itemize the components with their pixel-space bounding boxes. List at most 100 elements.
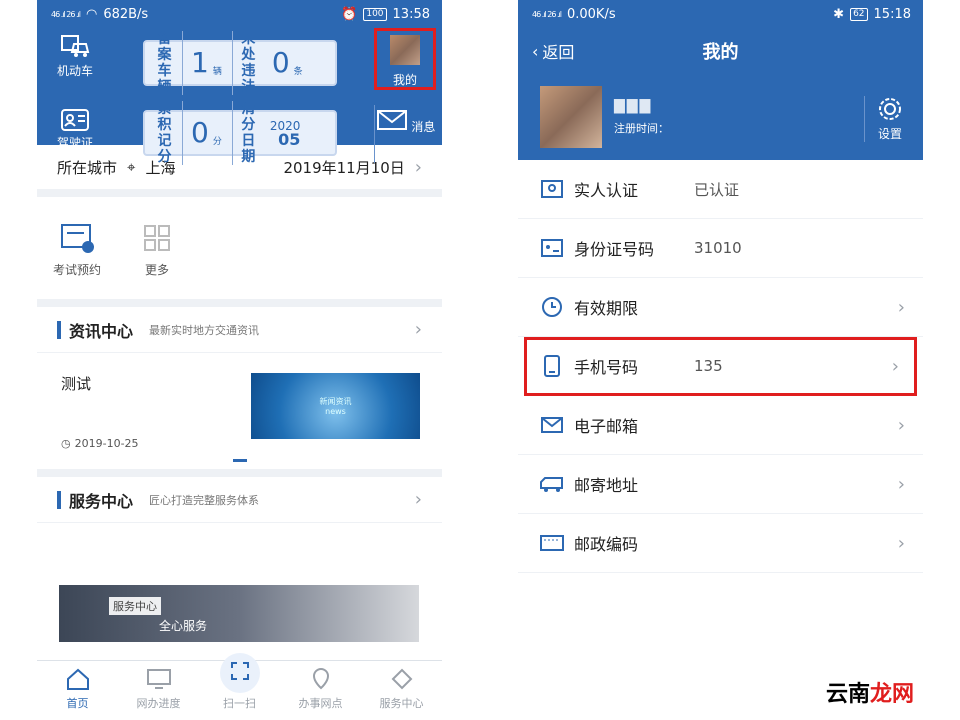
row-label: 实人认证 <box>574 181 639 200</box>
row-label: 有效期限 <box>574 299 639 318</box>
me-label: 我的 <box>392 73 417 87</box>
profile-avatar <box>540 86 602 148</box>
shortcut-more-label: 更多 <box>144 263 169 277</box>
row-id-number[interactable]: 身份证号码 31010 <box>518 219 923 278</box>
clear-month: 05 <box>278 130 301 149</box>
back-label: 返回 <box>542 43 575 62</box>
location-icon: ⌖ <box>127 158 136 176</box>
service-section-header[interactable]: 服务中心 匠心打造完整服务体系 › <box>37 477 442 523</box>
score-unit: 分 <box>212 136 222 147</box>
profile: ▇▇▇ 注册时间： <box>540 86 669 148</box>
car-icon <box>61 35 90 57</box>
news-item[interactable]: 测试 ◷ 2019-10-25 新闻资讯 news <box>37 353 442 477</box>
service-section-subtitle: 匠心打造完整服务体系 <box>149 493 260 507</box>
row-value: 31010 <box>694 239 742 257</box>
license-button[interactable]: 驾驶证 <box>47 108 103 151</box>
register-time-label: 注册时间： <box>614 122 669 135</box>
news-section-header[interactable]: 资讯中心 最新实时地方交通资讯 › <box>37 307 442 353</box>
exam-appointment-icon <box>61 224 94 253</box>
carousel-indicator <box>233 459 247 462</box>
chevron-right-icon: › <box>897 296 905 318</box>
news-section-subtitle: 最新实时地方交通资讯 <box>149 323 260 337</box>
news-image-text: 新闻资讯 news <box>319 397 352 416</box>
service-banner-text: 全心服务 <box>159 619 208 633</box>
message-button[interactable]: 消息 <box>374 105 436 163</box>
id-card-icon <box>540 239 564 257</box>
right-header: 46 .ıl 26 .ıl 0.00K/s ✱ 62 15:18 ‹ 返回 我的… <box>518 0 923 160</box>
right-phone-screen: 46 .ıl 26 .ıl 0.00K/s ✱ 62 15:18 ‹ 返回 我的… <box>518 0 923 720</box>
more-grid-icon <box>144 225 170 251</box>
tab-home[interactable]: 首页 <box>37 661 118 720</box>
clock: 15:18 <box>873 6 911 22</box>
phone-icon <box>540 355 564 377</box>
row-real-name[interactable]: 实人认证 已认证 <box>518 160 923 219</box>
home-icon <box>66 668 89 690</box>
tab-service-label: 服务中心 <box>379 697 424 710</box>
news-title: 测试 <box>61 375 92 393</box>
profile-list: 实人认证 已认证 身份证号码 31010 有效期限 › 手机号码 135 › 电… <box>518 160 923 573</box>
postcode-icon <box>540 535 564 551</box>
clock-icon: ◷ <box>61 437 71 450</box>
service-section-title: 服务中心 <box>69 491 134 511</box>
news-date: 2019-10-25 <box>74 437 139 450</box>
news-date-wrap: ◷ 2019-10-25 <box>61 437 139 450</box>
row-label: 手机号码 <box>574 358 639 377</box>
row-label: 电子邮箱 <box>574 417 639 436</box>
bluetooth-icon: ✱ <box>833 6 845 22</box>
row-postal-code[interactable]: 邮政编码 › <box>518 514 923 573</box>
page-title: 我的 <box>702 42 739 63</box>
row-email[interactable]: 电子邮箱 › <box>518 396 923 455</box>
clock-icon <box>540 296 564 318</box>
service-banner-tag: 服务中心 <box>109 597 161 615</box>
service-icon <box>391 668 412 690</box>
signal-icon: 46 .ıl 26 .ıl <box>532 9 562 19</box>
tab-service[interactable]: 服务中心 <box>361 661 442 720</box>
me-button[interactable]: 我的 <box>374 28 436 90</box>
vehicle-button[interactable]: 机动车 <box>47 34 103 79</box>
tab-home-label: 首页 <box>66 697 89 710</box>
tab-scan[interactable]: 扫一扫 <box>199 653 280 720</box>
row-value: 135 <box>694 357 723 375</box>
scan-icon <box>219 653 260 693</box>
shortcut-more[interactable]: 更多 <box>117 219 197 299</box>
row-phone-number[interactable]: 手机号码 135 › <box>524 337 917 396</box>
chevron-right-icon: › <box>897 473 905 495</box>
net-speed: 0.00K/s <box>566 6 616 22</box>
tab-bar: 首页 网办进度 扫一扫 办事网点 服务中心 <box>37 653 442 720</box>
truck-icon <box>540 475 564 493</box>
row-validity[interactable]: 有效期限 › <box>518 278 923 337</box>
watermark-part2: 龙网 <box>870 682 915 707</box>
settings-label: 设置 <box>877 127 902 141</box>
settings-button[interactable]: 设置 <box>864 96 903 142</box>
battery-level: 62 <box>850 7 868 21</box>
news-image: 新闻资讯 news <box>251 373 420 439</box>
back-button[interactable]: ‹ 返回 <box>532 39 574 63</box>
monitor-icon <box>146 669 171 689</box>
row-mailing-address[interactable]: 邮寄地址 › <box>518 455 923 514</box>
shortcut-exam[interactable]: 考试预约 <box>37 219 117 299</box>
service-banner[interactable]: 服务中心 全心服务 <box>59 585 419 642</box>
id-badge-icon <box>540 180 564 198</box>
score-plate[interactable]: 累积记分 0 分 清分日期 2020 05 <box>143 101 337 165</box>
row-label: 邮政编码 <box>574 535 639 554</box>
chevron-right-icon: › <box>897 414 905 436</box>
tab-progress[interactable]: 网办进度 <box>118 661 199 720</box>
profile-name-blurred: ▇▇▇ <box>614 98 653 114</box>
clear-date: 2020 05 <box>270 119 301 149</box>
license-label: 驾驶证 <box>56 136 93 150</box>
chevron-right-icon: › <box>414 319 422 340</box>
message-label: 消息 <box>411 120 436 134</box>
shortcut-exam-label: 考试预约 <box>52 263 101 277</box>
row-value: 已认证 <box>694 180 740 199</box>
watermark-part1: 云南 <box>826 682 871 707</box>
shortcuts: 考试预约 更多 <box>37 197 442 307</box>
mail-icon <box>376 110 407 130</box>
section-bar <box>57 490 61 509</box>
license-icon <box>61 109 89 131</box>
chevron-right-icon: › <box>414 489 422 510</box>
tab-outlets[interactable]: 办事网点 <box>280 661 361 720</box>
avatar <box>390 35 420 65</box>
section-bar <box>57 320 61 339</box>
clear-date-label: 清分日期 <box>231 101 264 165</box>
watermark: 云南龙网 <box>826 676 914 708</box>
